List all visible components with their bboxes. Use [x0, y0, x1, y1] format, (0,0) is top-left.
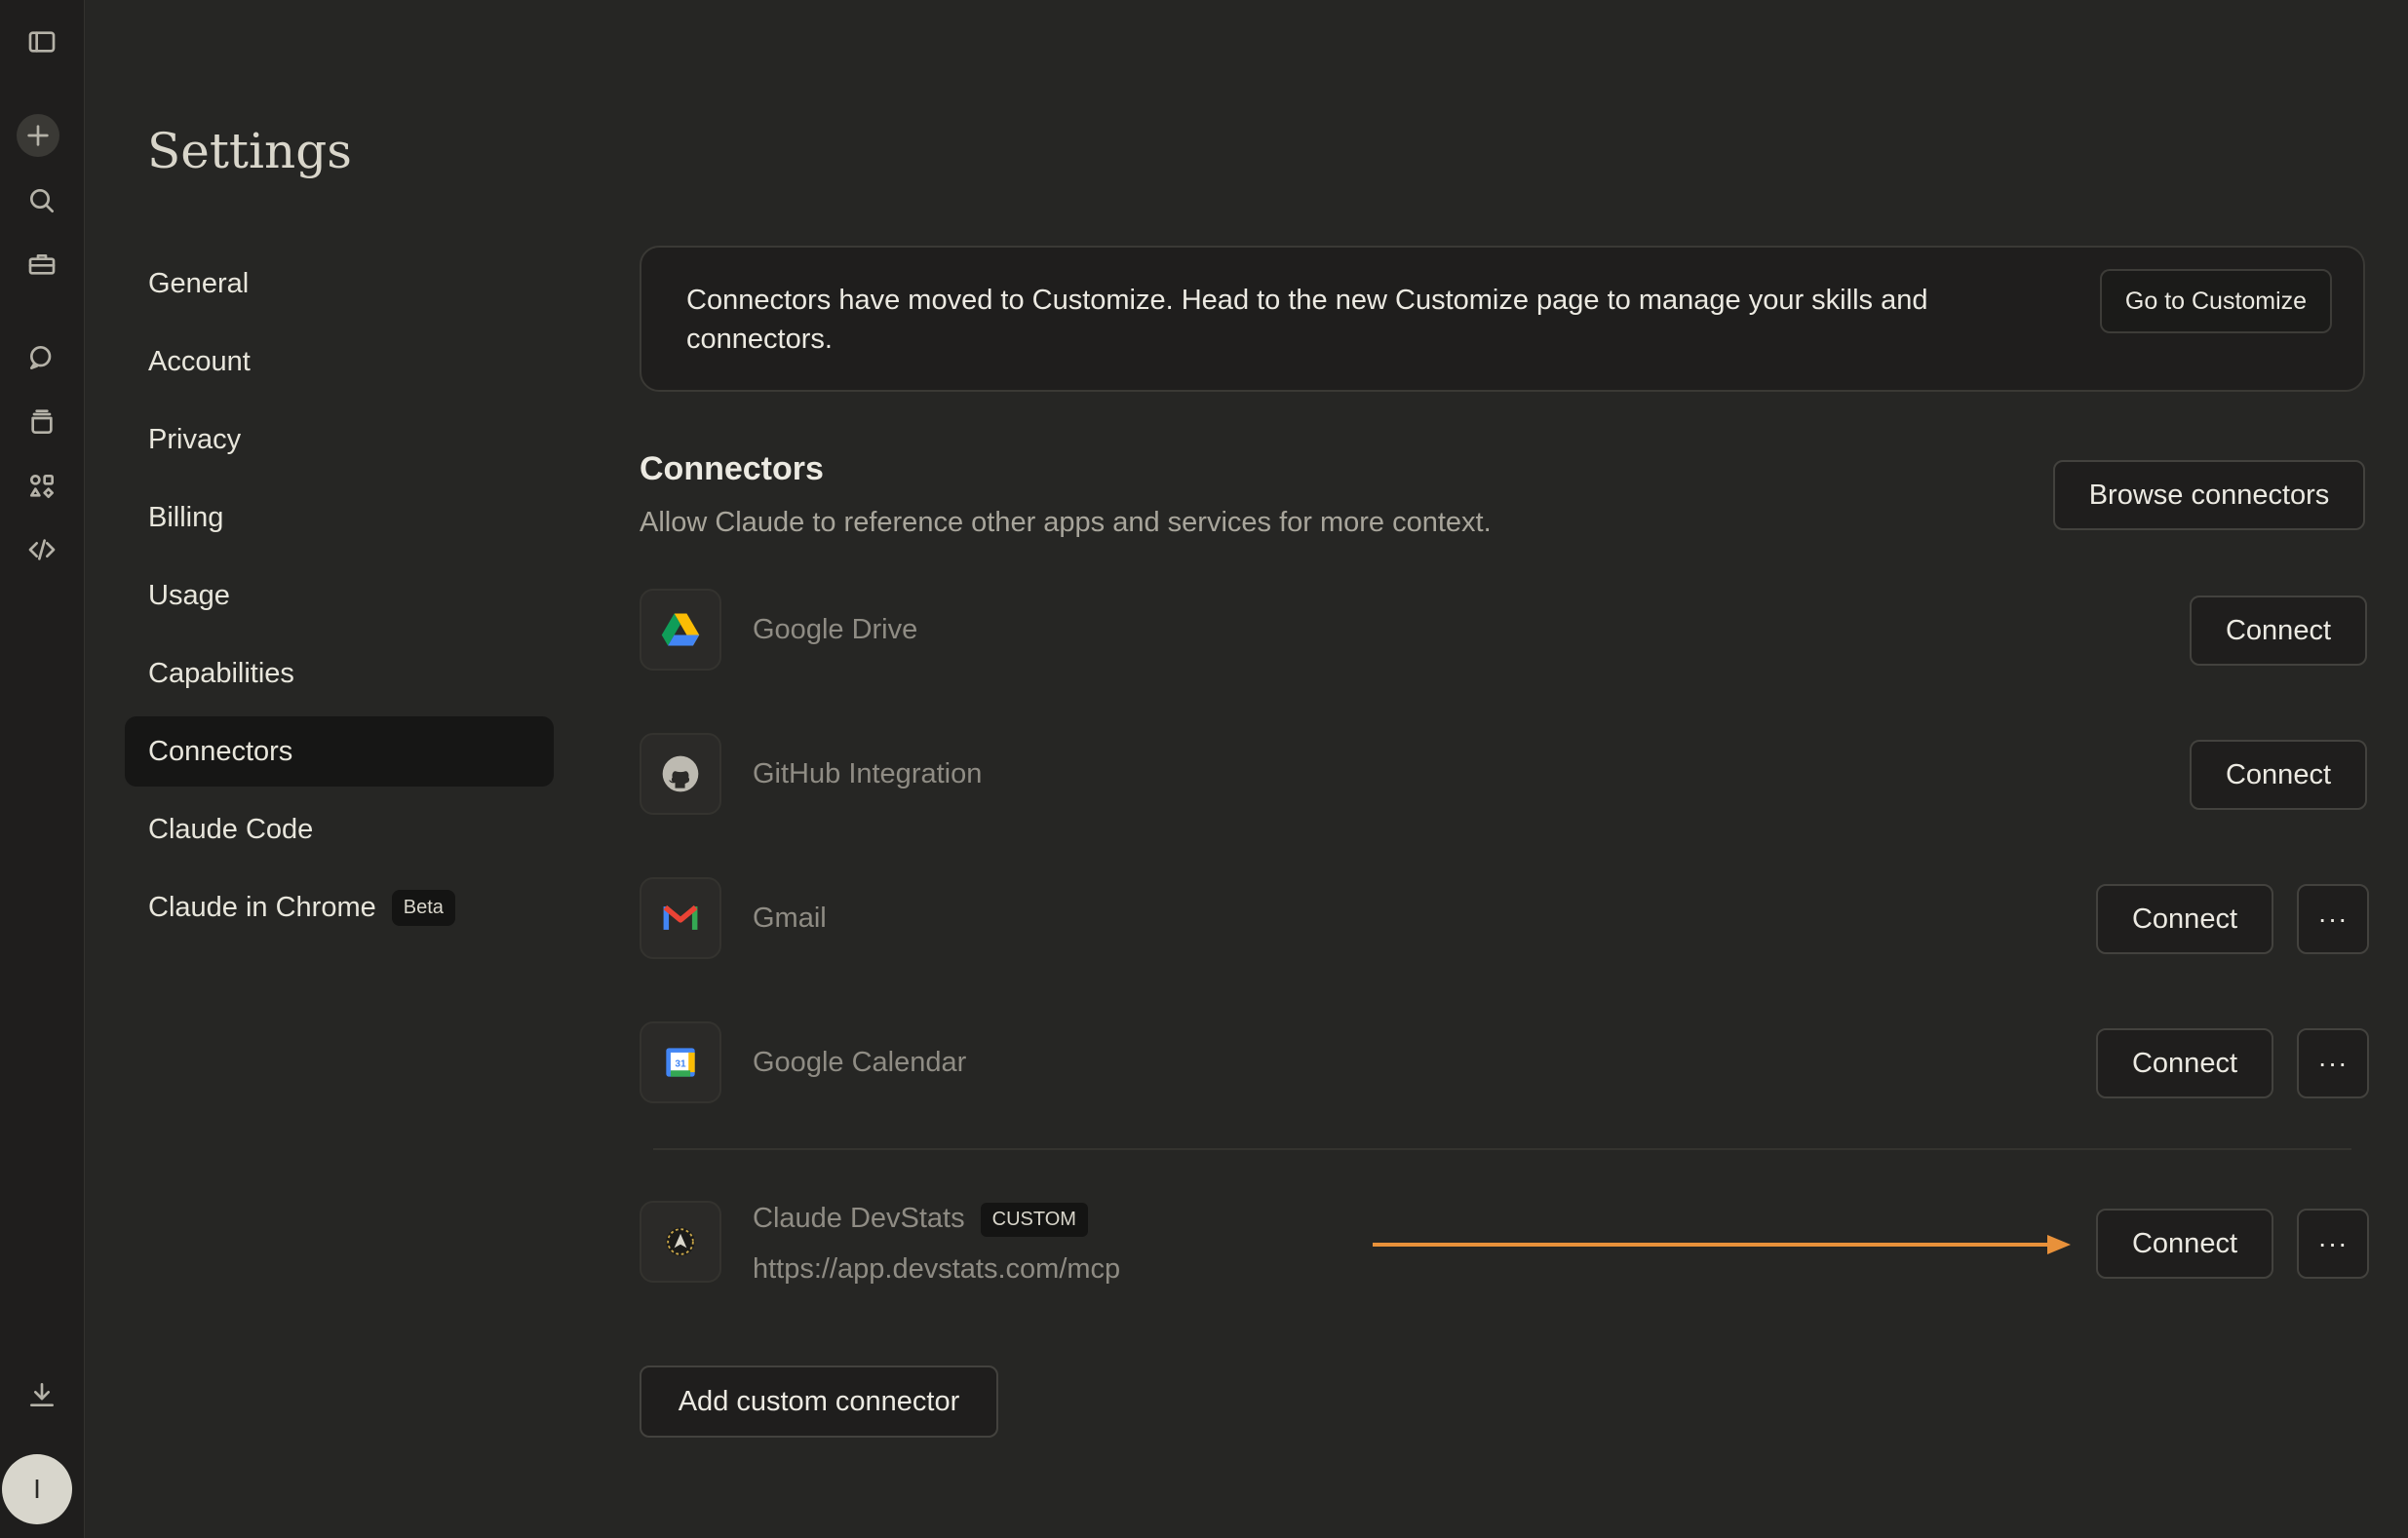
github-icon — [640, 733, 721, 815]
nav-item-connectors[interactable]: Connectors — [125, 716, 554, 787]
nav-item-general[interactable]: General — [125, 249, 554, 319]
connector-row-github: GitHub Integration Connect — [640, 733, 2367, 817]
connector-row-google-calendar: 31 Google Calendar Connect ··· — [640, 1021, 2369, 1105]
avatar-initial: I — [33, 1474, 41, 1504]
connect-button[interactable]: Connect — [2096, 1028, 2273, 1098]
add-custom-connector-button[interactable]: Add custom connector — [640, 1365, 998, 1438]
chats-icon[interactable] — [18, 333, 66, 382]
connect-button[interactable]: Connect — [2190, 740, 2367, 810]
page-title: Settings — [147, 123, 352, 179]
connector-row-claude-devstats: Claude DevStats CUSTOM https://app.devsta… — [640, 1201, 2369, 1287]
go-to-customize-button[interactable]: Go to Customize — [2100, 269, 2332, 333]
projects-icon[interactable] — [18, 398, 66, 446]
nav-label: Connectors — [148, 735, 293, 767]
nav-item-account[interactable]: Account — [125, 327, 554, 397]
icon-rail: I — [0, 0, 85, 1538]
connect-button[interactable]: Connect — [2190, 596, 2367, 666]
nav-item-capabilities[interactable]: Capabilities — [125, 638, 554, 709]
google-calendar-icon: 31 — [640, 1021, 721, 1103]
beta-badge: Beta — [391, 889, 455, 926]
connect-button[interactable]: Connect — [2096, 884, 2273, 954]
connect-button[interactable]: Connect — [2096, 1209, 2273, 1279]
svg-text:31: 31 — [675, 1059, 686, 1070]
nav-item-privacy[interactable]: Privacy — [125, 404, 554, 475]
connectors-subtitle: Allow Claude to reference other apps and… — [640, 507, 1492, 538]
settings-nav: General Account Privacy Billing Usage Ca… — [125, 249, 554, 950]
nav-label: General — [148, 267, 250, 299]
connector-name: Google Drive — [753, 614, 918, 645]
connector-name: Google Calendar — [753, 1047, 967, 1078]
nav-label: Capabilities — [148, 657, 294, 689]
google-drive-icon — [640, 589, 721, 671]
custom-badge: CUSTOM — [980, 1203, 1088, 1237]
new-chat-icon[interactable] — [17, 114, 59, 157]
nav-item-billing[interactable]: Billing — [125, 482, 554, 553]
divider — [653, 1148, 2351, 1150]
gmail-icon — [640, 877, 721, 959]
nav-label: Claude Code — [148, 813, 314, 845]
connector-name: GitHub Integration — [753, 758, 983, 789]
nav-label: Privacy — [148, 423, 242, 455]
toolbox-icon[interactable] — [18, 240, 66, 288]
sidebar-toggle-icon[interactable] — [18, 18, 66, 66]
code-icon[interactable] — [18, 525, 66, 574]
connector-url: https://app.devstats.com/mcp — [753, 1253, 1121, 1285]
nav-item-claude-code[interactable]: Claude Code — [125, 794, 554, 865]
nav-label: Usage — [148, 579, 230, 611]
download-icon[interactable] — [18, 1370, 66, 1419]
connector-name: Claude DevStats CUSTOM — [753, 1203, 1088, 1237]
more-options-button[interactable]: ··· — [2297, 1209, 2369, 1279]
connector-name: Gmail — [753, 903, 827, 934]
nav-item-claude-in-chrome[interactable]: Claude in Chrome Beta — [125, 872, 554, 942]
nav-label: Account — [148, 345, 251, 377]
more-options-button[interactable]: ··· — [2297, 884, 2369, 954]
nav-label: Billing — [148, 501, 224, 533]
devstats-icon — [640, 1201, 721, 1283]
avatar[interactable]: I — [2, 1454, 72, 1524]
artifacts-icon[interactable] — [18, 462, 66, 511]
search-icon[interactable] — [18, 176, 66, 225]
notice-text: Connectors have moved to Customize. Head… — [686, 285, 1928, 355]
nav-item-usage[interactable]: Usage — [125, 560, 554, 631]
browse-connectors-button[interactable]: Browse connectors — [2053, 460, 2365, 530]
more-options-button[interactable]: ··· — [2297, 1028, 2369, 1098]
annotation-arrow — [1373, 1235, 2071, 1254]
connector-row-gmail: Gmail Connect ··· — [640, 877, 2369, 961]
connector-name-text: Claude DevStats — [753, 1203, 965, 1235]
connectors-title: Connectors — [640, 450, 824, 487]
customize-notice: Connectors have moved to Customize. Head… — [640, 246, 2365, 392]
connector-row-google-drive: Google Drive Connect — [640, 589, 2367, 673]
nav-label: Claude in Chrome — [148, 891, 376, 923]
